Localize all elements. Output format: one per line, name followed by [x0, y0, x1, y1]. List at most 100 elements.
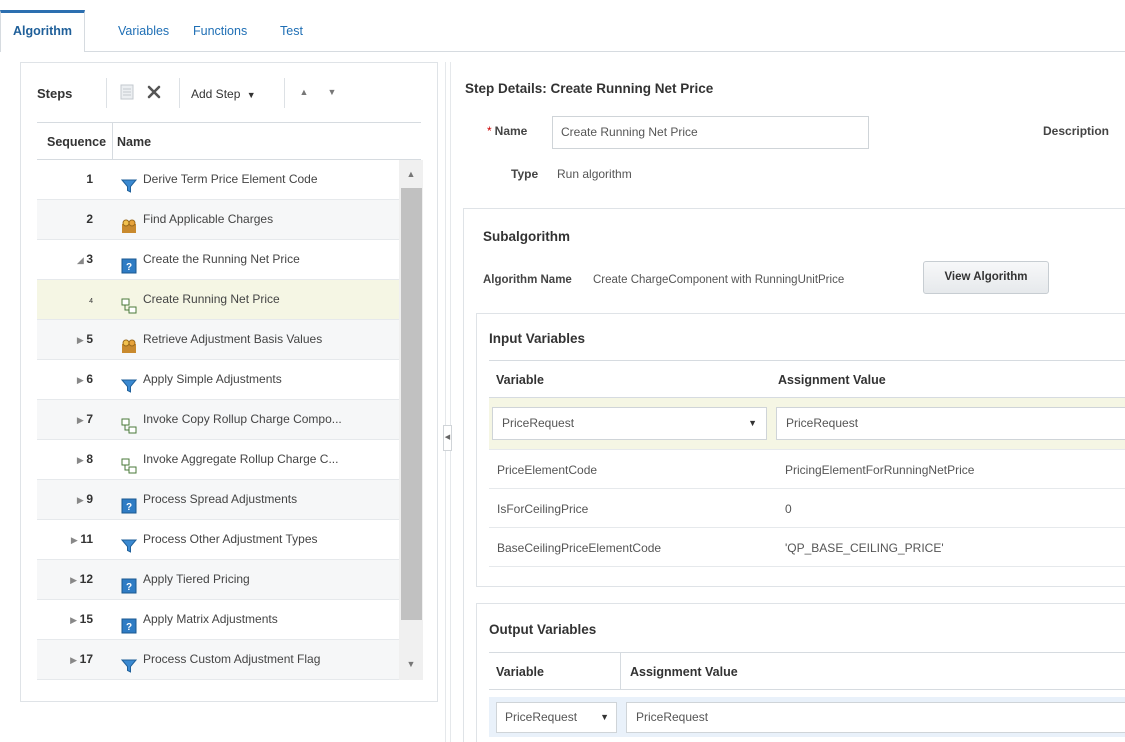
assignment-value-column-header[interactable]: Assignment Value	[778, 373, 886, 387]
assignment-value-cell: 'QP_BASE_CEILING_PRICE'	[785, 541, 944, 555]
input-variables-header: Variable Assignment Value	[489, 360, 1125, 398]
assignment-value-column-header[interactable]: Assignment Value	[630, 665, 738, 679]
scroll-down-icon[interactable]: ▼	[399, 652, 423, 676]
step-details-title: Step Details: Create Running Net Price	[465, 81, 714, 96]
add-step-button[interactable]: Add Step ▼	[191, 87, 256, 101]
name-column-header[interactable]: Name	[117, 135, 151, 149]
expand-icon[interactable]: ▶	[68, 521, 80, 559]
table-row[interactable]: ▶ 12 ? Apply Tiered Pricing	[37, 560, 399, 600]
table-row[interactable]: BaseCeilingPriceElementCode 'QP_BASE_CEI…	[489, 529, 1125, 567]
subalgorithm-icon	[121, 451, 137, 474]
table-row[interactable]: IsForCeilingPrice 0	[489, 490, 1125, 528]
expand-icon[interactable]: ▶	[74, 481, 86, 519]
table-row[interactable]: ◢ 3 ? Create the Running Net Price	[37, 240, 399, 280]
svg-text:?: ?	[126, 502, 132, 513]
help-book-icon: ?	[121, 251, 137, 274]
type-label: Type	[511, 167, 539, 181]
scroll-up-icon[interactable]: ▲	[399, 162, 423, 186]
table-row[interactable]: ▶ 5 Retrieve Adjustment Basis Values	[37, 320, 399, 360]
table-row-selected[interactable]: 4 Create Running Net Price	[37, 280, 399, 320]
output-variable-select[interactable]: PriceRequest ▼	[496, 702, 617, 733]
sequence-number: 12	[79, 572, 93, 586]
table-row[interactable]: ▶ 17 Process Custom Adjustment Flag	[37, 640, 399, 680]
tab-variables[interactable]: Variables	[118, 10, 169, 51]
delete-icon[interactable]	[143, 81, 165, 103]
expand-icon[interactable]: ▶	[74, 441, 86, 479]
sequence-number: 4	[89, 298, 93, 305]
step-name: Apply Simple Adjustments	[143, 372, 282, 386]
steps-title: Steps	[37, 86, 73, 101]
svg-text:?: ?	[126, 622, 132, 633]
step-name: Retrieve Adjustment Basis Values	[143, 332, 323, 346]
step-name: Apply Matrix Adjustments	[143, 612, 278, 626]
sequence-number: 1	[86, 172, 93, 186]
step-name: Invoke Aggregate Rollup Charge C...	[143, 452, 339, 466]
input-variables-title: Input Variables	[489, 331, 586, 346]
step-name: Process Spread Adjustments	[143, 492, 298, 506]
algorithm-name-value: Create ChargeComponent with RunningUnitP…	[593, 274, 845, 286]
step-name: Create Running Net Price	[143, 292, 280, 306]
table-row[interactable]: 2 Find Applicable Charges	[37, 200, 399, 240]
variable-cell: BaseCeilingPriceElementCode	[497, 541, 662, 555]
variable-column-header[interactable]: Variable	[496, 373, 544, 387]
expand-icon[interactable]: ▶	[74, 361, 86, 399]
sequence-number: 2	[86, 212, 93, 226]
expand-icon[interactable]: ▶	[74, 401, 86, 439]
table-row[interactable]: PriceElementCode PricingElementForRunnin…	[489, 451, 1125, 489]
description-label: Description	[1043, 124, 1110, 138]
tab-algorithm[interactable]: Algorithm	[0, 10, 86, 52]
people-icon	[121, 211, 137, 233]
assignment-value-input[interactable]: PriceRequest	[776, 407, 1125, 440]
tab-test[interactable]: Test	[280, 10, 303, 51]
svg-text:?: ?	[126, 582, 132, 593]
assignment-value-cell: PricingElementForRunningNetPrice	[785, 463, 975, 477]
name-input[interactable]: Create Running Net Price	[552, 116, 869, 149]
table-row[interactable]: ▶ 6 Apply Simple Adjustments	[37, 360, 399, 400]
expand-icon[interactable]: ▶	[68, 601, 80, 639]
filter-icon	[120, 171, 138, 193]
table-row[interactable]: 1 Derive Term Price Element Code	[37, 160, 399, 200]
sequence-number: 6	[86, 372, 93, 386]
chevron-down-icon: ▼	[246, 90, 256, 100]
table-row[interactable]: ▶ 15 ? Apply Matrix Adjustments	[37, 600, 399, 640]
steps-scrollbar[interactable]: ▲ ▼	[399, 160, 423, 680]
variable-select[interactable]: PriceRequest ▼	[492, 407, 767, 440]
collapse-icon[interactable]: ◢	[74, 241, 86, 279]
variable-column-header[interactable]: Variable	[496, 665, 544, 679]
table-row[interactable]: ▶ 7 Invoke Copy Rollup Charge Compo...	[37, 400, 399, 440]
scroll-thumb[interactable]	[401, 188, 422, 620]
expand-icon[interactable]: ▶	[74, 321, 86, 359]
sequence-number: 17	[79, 652, 93, 666]
step-name: Invoke Copy Rollup Charge Compo...	[143, 412, 342, 426]
filter-icon	[120, 651, 138, 673]
table-row[interactable]: ▶ 11 Process Other Adjustment Types	[37, 520, 399, 560]
toolbar-divider	[179, 78, 180, 108]
collapse-panel-icon[interactable]: ◀	[443, 425, 452, 451]
toolbar-divider	[106, 78, 107, 108]
step-name: Derive Term Price Element Code	[143, 172, 318, 186]
table-row[interactable]: ▶ 9 ? Process Spread Adjustments	[37, 480, 399, 520]
panel-splitter[interactable]	[445, 62, 451, 742]
subalgorithm-icon	[121, 411, 137, 434]
sequence-number: 5	[86, 332, 93, 346]
move-up-icon[interactable]: ▲	[293, 81, 315, 103]
column-divider[interactable]	[620, 653, 621, 690]
edit-icon[interactable]	[116, 81, 138, 103]
subalgorithm-icon	[121, 291, 137, 314]
sequence-column-header[interactable]: Sequence	[47, 135, 107, 149]
step-name: Process Other Adjustment Types	[143, 532, 318, 546]
expand-icon[interactable]: ▶	[68, 561, 80, 599]
sequence-number: 15	[79, 612, 93, 626]
steps-rows: 1 Derive Term Price Element Code 2 Find …	[37, 160, 399, 680]
column-divider[interactable]	[112, 123, 113, 160]
view-algorithm-button[interactable]: View Algorithm	[923, 261, 1049, 294]
variable-cell: IsForCeilingPrice	[497, 502, 589, 516]
sequence-number: 11	[80, 532, 93, 546]
subalgorithm-title: Subalgorithm	[483, 229, 570, 244]
tab-functions[interactable]: Functions	[193, 10, 247, 51]
move-down-icon[interactable]: ▼	[321, 81, 343, 103]
expand-icon[interactable]: ▶	[68, 641, 80, 679]
tab-bar: Algorithm Variables Functions Test	[0, 10, 1125, 52]
table-row[interactable]: ▶ 8 Invoke Aggregate Rollup Charge C...	[37, 440, 399, 480]
output-assignment-value-input[interactable]: PriceRequest	[626, 702, 1125, 733]
